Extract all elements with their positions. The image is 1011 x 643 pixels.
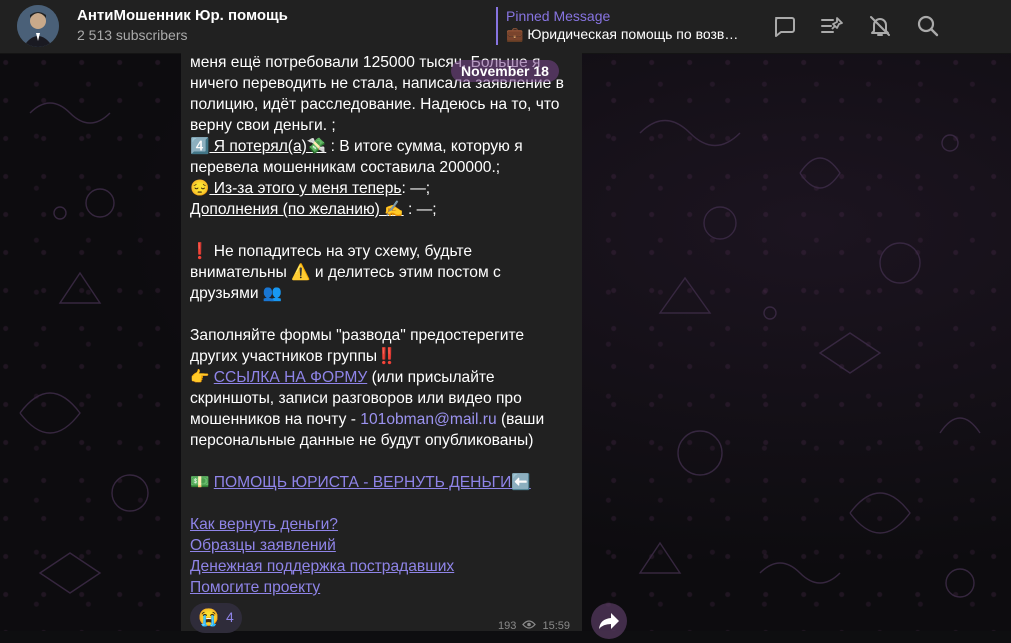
question-6: Дополнения (по желанию) ✍️ : —;: [190, 199, 570, 220]
q5-answer: : —;: [401, 180, 431, 197]
form-link-paragraph: 👉 ССЫЛКА НА ФОРМУ (или присылайте скринш…: [190, 367, 570, 451]
channel-title[interactable]: АнтиМошенник Юр. помощь: [77, 7, 288, 24]
message-bubble: меня ещё потребовали 125000 тысяч. Больш…: [181, 53, 582, 631]
keycap-4-emoji: 4️⃣: [190, 138, 210, 155]
question-5: 😔 Из-за этого у меня теперь: —;: [190, 178, 570, 199]
pinned-label: Pinned Message: [506, 8, 611, 24]
message-text: меня ещё потребовали 125000 тысяч. Больш…: [190, 53, 570, 598]
avatar-image: [17, 5, 59, 47]
lawyer-paragraph: 💵 ПОМОЩЬ ЮРИСТА - ВЕРНУТЬ ДЕНЬГИ⬅️: [190, 472, 570, 493]
q6-answer: : —;: [403, 201, 437, 218]
share-arrow-icon: [599, 613, 619, 629]
search-icon[interactable]: [915, 13, 941, 39]
sad-emoji: 😔: [190, 180, 210, 197]
date-badge: November 18: [451, 60, 559, 82]
crying-emoji: 😭: [198, 608, 220, 627]
comment-icon[interactable]: [771, 13, 797, 39]
message-meta: 193 15:59: [498, 620, 570, 632]
q5-label: Из-за этого у меня теперь: [209, 180, 402, 197]
subscriber-count: 2 513 subscribers: [77, 27, 188, 43]
warning-paragraph: ❗️ Не попадитесь на эту схему, будьте вн…: [190, 243, 501, 302]
eye-icon: [522, 620, 537, 629]
q4-label: Я потерял(а)💸: [209, 138, 327, 155]
lawyer-link[interactable]: ПОМОЩЬ ЮРИСТА - ВЕРНУТЬ ДЕНЬГИ⬅️: [214, 474, 531, 491]
email-link[interactable]: 101obman@mail.ru: [360, 411, 496, 428]
message-time: 15:59: [542, 620, 571, 632]
share-button[interactable]: [591, 603, 627, 639]
forms-paragraph: Заполняйте формы "развода" предостерегит…: [190, 327, 525, 365]
channel-avatar[interactable]: [17, 5, 59, 47]
link-help-project[interactable]: Помогите проекту: [190, 579, 320, 596]
point-emoji: 👉: [190, 369, 214, 386]
reaction-count: 4: [226, 609, 234, 625]
reaction-chip[interactable]: 😭 4: [190, 603, 242, 633]
link-return-money[interactable]: Как вернуть деньги?: [190, 516, 338, 533]
link-sample-statements[interactable]: Образцы заявлений: [190, 537, 336, 554]
bell-off-icon[interactable]: [867, 13, 893, 39]
money-emoji: 💵: [190, 474, 214, 491]
view-count: 193: [498, 620, 517, 632]
chat-header: АнтиМошенник Юр. помощь 2 513 subscriber…: [0, 0, 1011, 54]
form-link[interactable]: ССЫЛКА НА ФОРМУ: [214, 369, 367, 386]
link-financial-support[interactable]: Денежная поддержка пострадавших: [190, 558, 454, 575]
q6-label: Дополнения (по желанию) ✍️: [190, 201, 404, 218]
pinned-text: 💼 Юридическая помощь по возв…: [506, 26, 739, 42]
pin-list-icon[interactable]: [819, 13, 845, 39]
pinned-message[interactable]: Pinned Message 💼 Юридическая помощь по в…: [496, 7, 746, 45]
question-4: 4️⃣ Я потерял(а)💸 : В итоге сумма, котор…: [190, 136, 570, 178]
